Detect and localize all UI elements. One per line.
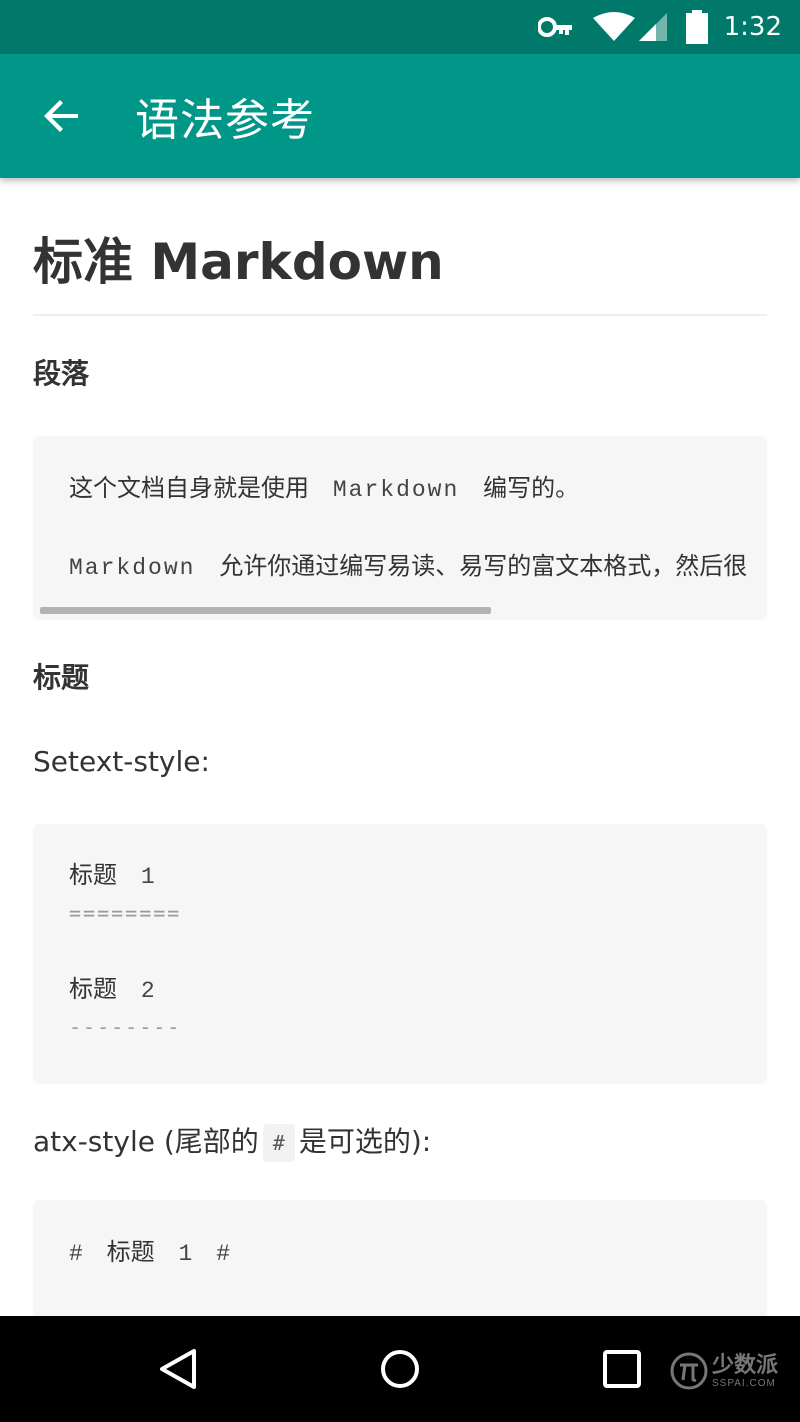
nav-recents-button[interactable] bbox=[587, 1336, 657, 1402]
wifi-icon bbox=[592, 12, 636, 42]
nav-home-button[interactable] bbox=[365, 1336, 435, 1402]
back-triangle-icon bbox=[160, 1349, 196, 1389]
status-time: 1:32 bbox=[723, 12, 782, 42]
navigation-bar: 少数派 SSPAI.COM bbox=[0, 1316, 800, 1422]
section-heading-paragraph: 段落 bbox=[33, 357, 90, 390]
page-title: 语法参考 bbox=[135, 95, 315, 146]
arrow-back-icon bbox=[44, 100, 78, 132]
code-line: ======== bbox=[69, 901, 182, 925]
app-bar: 语法参考 bbox=[0, 54, 800, 178]
home-circle-icon bbox=[381, 1350, 419, 1388]
setext-label: Setext-style: bbox=[33, 745, 210, 778]
code-line: -------- bbox=[69, 1015, 182, 1039]
back-button[interactable] bbox=[27, 81, 97, 151]
horizontal-scrollbar[interactable] bbox=[40, 607, 491, 614]
nav-back-button[interactable] bbox=[143, 1336, 213, 1402]
status-bar: 1:32 bbox=[0, 0, 800, 54]
signal-icon bbox=[638, 12, 668, 42]
doc-title: 标准 Markdown bbox=[33, 230, 767, 316]
code-block-setext[interactable]: 标题 1 ======== 标题 2 -------- bbox=[33, 824, 767, 1084]
recents-square-icon bbox=[603, 1350, 641, 1388]
section-heading-headers: 标题 bbox=[33, 661, 90, 694]
code-line: # 标题 1 # bbox=[69, 1238, 233, 1267]
battery-icon bbox=[685, 10, 708, 44]
sspai-logo-icon bbox=[670, 1352, 708, 1390]
code-block-paragraph[interactable]: 这个文档自身就是使用 Markdown 编写的。 Markdown 允许你通过编… bbox=[33, 436, 767, 620]
code-line: 标题 1 bbox=[69, 861, 157, 890]
code-line: 标题 2 bbox=[69, 975, 157, 1004]
watermark: 少数派 SSPAI.COM bbox=[670, 1352, 778, 1390]
code-block-atx[interactable]: # 标题 1 # bbox=[33, 1200, 767, 1316]
code-line: Markdown 允许你通过编写易读、易写的富文本格式，然后很 bbox=[69, 552, 748, 581]
inline-code: # bbox=[262, 1124, 295, 1162]
code-line: 这个文档自身就是使用 Markdown 编写的。 bbox=[69, 474, 580, 503]
markdown-content[interactable]: 标准 Markdown 段落 这个文档自身就是使用 Markdown 编写的。 … bbox=[0, 178, 800, 1316]
atx-label: atx-style (尾部的 # 是可选的): bbox=[33, 1122, 767, 1162]
key-icon bbox=[537, 16, 574, 38]
